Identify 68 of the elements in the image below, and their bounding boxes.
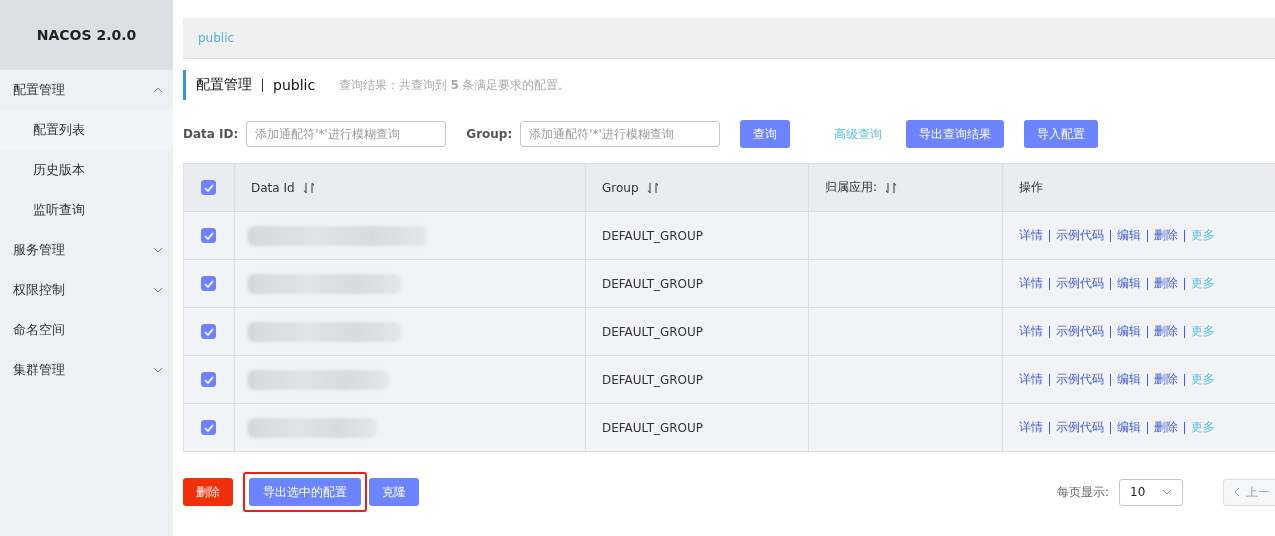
submenu-item[interactable]: 配置列表 bbox=[0, 110, 173, 150]
chevron-up-icon bbox=[153, 87, 163, 93]
column-header: Data Id bbox=[251, 180, 295, 195]
sort-icon[interactable] bbox=[302, 181, 315, 194]
field-label: Data ID: bbox=[183, 127, 239, 141]
column-header: 归属应用: bbox=[825, 179, 878, 196]
bulk-action-button[interactable]: 删除 bbox=[183, 478, 233, 506]
chevron-left-icon bbox=[1234, 487, 1240, 497]
chevron-down-icon bbox=[153, 287, 163, 293]
chevron-down-icon bbox=[153, 247, 163, 253]
table-cell: DEFAULT_GROUP bbox=[602, 324, 704, 339]
page-size-label: 每页显示: bbox=[1056, 483, 1109, 501]
page-title: 配置管理 bbox=[196, 76, 252, 94]
submenu-item[interactable]: 监听查询 bbox=[0, 190, 173, 230]
row-action-link[interactable]: 删除 bbox=[1154, 227, 1178, 244]
action-button[interactable]: 导入配置 bbox=[1024, 120, 1099, 148]
checkbox[interactable] bbox=[201, 228, 216, 243]
chevron-down-icon bbox=[1162, 489, 1172, 495]
row-action-link[interactable]: 编辑 bbox=[1117, 419, 1141, 436]
table-cell: DEFAULT_GROUP bbox=[602, 420, 704, 435]
bulk-action-button[interactable]: 导出选中的配置 bbox=[249, 478, 361, 506]
sort-icon[interactable] bbox=[646, 181, 659, 194]
row-action-link[interactable]: 详情 bbox=[1019, 275, 1043, 292]
action-button[interactable]: 导出查询结果 bbox=[906, 120, 1005, 148]
row-action-link[interactable]: 详情 bbox=[1019, 227, 1043, 244]
app-title: NACOS 2.0.0 bbox=[0, 0, 173, 70]
row-action-link[interactable]: 示例代码 bbox=[1056, 371, 1104, 388]
checkbox[interactable] bbox=[201, 324, 216, 339]
checkbox[interactable] bbox=[201, 420, 216, 435]
row-action-link[interactable]: 详情 bbox=[1019, 419, 1043, 436]
field-label: Group: bbox=[466, 127, 513, 141]
row-action-link[interactable]: 示例代码 bbox=[1056, 227, 1104, 244]
menu-item[interactable]: 权限控制 bbox=[0, 270, 173, 310]
menu-item[interactable]: 集群管理 bbox=[0, 350, 173, 390]
row-action-link[interactable]: 编辑 bbox=[1117, 275, 1141, 292]
column-header: Group bbox=[602, 180, 639, 195]
row-action-link[interactable]: 删除 bbox=[1154, 419, 1178, 436]
row-action-link[interactable]: 示例代码 bbox=[1056, 275, 1104, 292]
row-action-link[interactable]: 编辑 bbox=[1117, 227, 1141, 244]
search-field[interactable]: 添加通配符'*'进行模糊查询 bbox=[246, 121, 447, 147]
checkbox[interactable] bbox=[201, 372, 216, 387]
sort-icon[interactable] bbox=[885, 181, 898, 194]
column-header: 操作 bbox=[1019, 179, 1043, 196]
result-summary: 查询结果：共查询到 5 条满足要求的配置。 bbox=[339, 77, 571, 93]
menu-item[interactable]: 配置管理 bbox=[0, 70, 173, 110]
row-action-link[interactable]: 编辑 bbox=[1117, 323, 1141, 340]
row-action-link[interactable]: 编辑 bbox=[1117, 371, 1141, 388]
page-size-select[interactable]: 10 bbox=[1119, 478, 1183, 506]
checkbox[interactable] bbox=[201, 276, 216, 291]
menu-item[interactable]: 命名空间 bbox=[0, 310, 173, 350]
submenu-item[interactable]: 历史版本 bbox=[0, 150, 173, 190]
row-action-link[interactable]: 详情 bbox=[1019, 323, 1043, 340]
table-cell: DEFAULT_GROUP bbox=[602, 372, 704, 387]
bulk-action-button[interactable]: 克隆 bbox=[369, 478, 419, 506]
row-action-link[interactable]: 删除 bbox=[1154, 323, 1178, 340]
menu-item[interactable]: 服务管理 bbox=[0, 230, 173, 270]
row-action-link[interactable]: 示例代码 bbox=[1056, 323, 1104, 340]
row-action-link[interactable]: 删除 bbox=[1154, 371, 1178, 388]
checkbox[interactable] bbox=[201, 180, 216, 195]
chevron-down-icon bbox=[153, 367, 163, 373]
row-action-link[interactable]: 详情 bbox=[1019, 371, 1043, 388]
table-cell: DEFAULT_GROUP bbox=[602, 276, 704, 291]
namespace-name: public bbox=[273, 77, 316, 93]
row-action-link[interactable]: 示例代码 bbox=[1056, 419, 1104, 436]
action-button[interactable]: 查询 bbox=[740, 120, 791, 148]
table-cell: DEFAULT_GROUP bbox=[602, 228, 704, 243]
row-action-link[interactable]: 删除 bbox=[1154, 275, 1178, 292]
search-field[interactable]: 添加通配符'*'进行模糊查询 bbox=[520, 121, 721, 147]
